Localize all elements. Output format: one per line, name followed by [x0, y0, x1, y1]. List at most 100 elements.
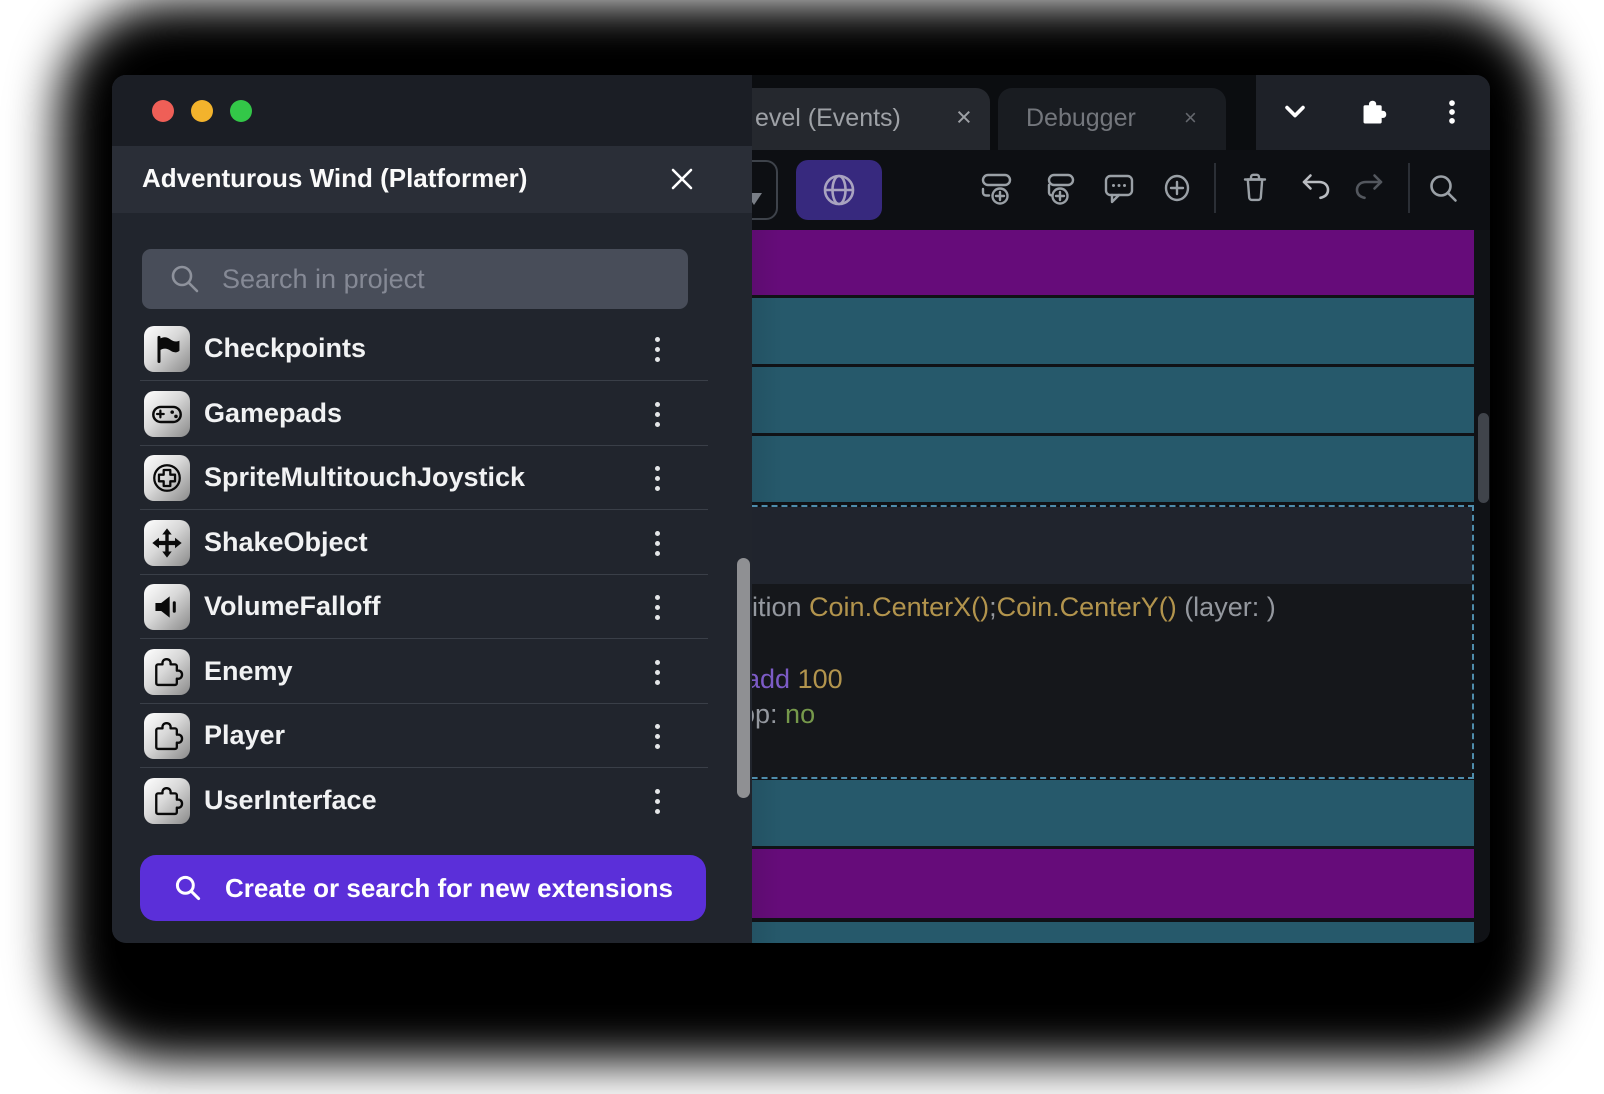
code-segment: add — [745, 664, 798, 694]
kebab-menu-icon[interactable] — [645, 587, 669, 627]
event-block-teal[interactable] — [672, 436, 1474, 502]
tab-label: evel (Events) — [755, 104, 901, 133]
flag-icon — [144, 326, 190, 372]
tab-label: Debugger — [1026, 104, 1136, 133]
kebab-menu-icon[interactable] — [645, 458, 669, 498]
add-circle-button[interactable] — [1157, 168, 1197, 208]
traffic-light-zoom-icon[interactable] — [230, 100, 252, 122]
extensions-modal: Adventurous Wind (Platformer) Checkpoint… — [112, 75, 752, 943]
extensions-puzzle-icon — [1358, 97, 1388, 127]
extension-list-item-gamepads[interactable]: Gamepads — [112, 382, 752, 446]
event-block-teal[interactable] — [672, 367, 1474, 433]
kebab-menu-icon[interactable] — [645, 716, 669, 756]
gdevelop-window: evel (Events) × Debugger × ition Coin.Ce… — [112, 75, 1490, 943]
code-segment: ition — [752, 592, 809, 622]
add-subevent-icon — [1040, 168, 1080, 208]
list-divider — [140, 380, 708, 381]
chevron-down-icon — [1279, 96, 1311, 128]
toolbar-divider — [1214, 163, 1216, 213]
kebab-menu-button[interactable] — [1436, 96, 1468, 128]
extension-label: Gamepads — [204, 398, 342, 429]
code-segment: Coin.CenterY() — [997, 592, 1177, 622]
add-comment-icon — [1099, 168, 1139, 208]
undo-button[interactable] — [1295, 168, 1335, 208]
puzzle-icon — [144, 713, 190, 759]
kebab-menu-icon — [1436, 96, 1468, 128]
event-sheet-scrollbar[interactable] — [1478, 413, 1489, 503]
selected-event-actions[interactable]: ition Coin.CenterX();Coin.CenterY() (lay… — [674, 584, 1472, 777]
move-arrows-icon — [144, 520, 190, 566]
extension-label: Checkpoints — [204, 333, 366, 364]
extension-label: VolumeFalloff — [204, 591, 381, 622]
code-segment: 100 — [798, 664, 843, 694]
modal-scrollbar[interactable] — [737, 558, 750, 798]
extension-list-item-player[interactable]: Player — [112, 704, 752, 768]
search-button[interactable] — [1423, 168, 1463, 208]
extension-list-item-shakeobject[interactable]: ShakeObject — [112, 511, 752, 575]
event-code-line: add 100 — [745, 663, 843, 695]
extension-list-item-checkpoints[interactable]: Checkpoints — [112, 317, 752, 381]
code-segment: no — [785, 699, 815, 729]
macos-titlebar — [112, 75, 752, 146]
scene-globe-button[interactable] — [796, 160, 882, 220]
chevron-down-button[interactable] — [1279, 96, 1311, 128]
kebab-menu-icon[interactable] — [645, 781, 669, 821]
search-icon — [173, 873, 203, 903]
puzzle-icon — [144, 778, 190, 824]
add-subevent-button[interactable] — [1040, 168, 1080, 208]
code-segment: Coin.CenterX() — [809, 592, 989, 622]
toolbar-divider — [1408, 163, 1410, 213]
close-modal-icon[interactable] — [666, 163, 698, 195]
extension-list-item-userinterface[interactable]: UserInterface — [112, 769, 752, 833]
event-block-teal[interactable] — [672, 298, 1474, 364]
tab-level-events[interactable]: evel (Events) × — [712, 88, 990, 150]
search-box — [142, 249, 688, 309]
create-extension-button[interactable]: Create or search for new extensions — [140, 855, 706, 921]
close-tab-icon[interactable]: × — [956, 102, 972, 133]
event-block-selected[interactable]: ition Coin.CenterX();Coin.CenterY() (lay… — [672, 505, 1474, 779]
event-block-purple[interactable] — [672, 230, 1474, 295]
search-input[interactable] — [142, 249, 688, 309]
redo-icon — [1350, 168, 1390, 208]
puzzle-icon — [144, 649, 190, 695]
event-block-teal[interactable] — [672, 922, 1474, 943]
extension-list-item-enemy[interactable]: Enemy — [112, 640, 752, 704]
event-block-teal[interactable] — [672, 780, 1474, 846]
extension-label: Enemy — [204, 656, 293, 687]
event-code-line: ition Coin.CenterX();Coin.CenterY() (lay… — [752, 591, 1276, 623]
selected-event-conditions[interactable] — [674, 507, 1472, 584]
undo-icon — [1295, 168, 1335, 208]
tab-debugger[interactable]: Debugger × — [998, 88, 1226, 150]
kebab-menu-icon[interactable] — [645, 523, 669, 563]
add-circle-icon — [1157, 168, 1197, 208]
create-extension-label: Create or search for new extensions — [225, 873, 673, 904]
add-event-button[interactable] — [977, 168, 1017, 208]
redo-button[interactable] — [1350, 168, 1390, 208]
kebab-menu-icon[interactable] — [645, 329, 669, 369]
joystick-icon — [144, 455, 190, 501]
close-tab-icon[interactable]: × — [1184, 105, 1197, 131]
extension-list-item-volumefalloff[interactable]: VolumeFalloff — [112, 575, 752, 639]
extension-list-item-spritemultitouchjoystick[interactable]: SpriteMultitouchJoystick — [112, 446, 752, 510]
add-comment-button[interactable] — [1099, 168, 1139, 208]
tab-controls — [1256, 75, 1490, 150]
speaker-icon — [144, 584, 190, 630]
list-divider — [140, 509, 708, 510]
kebab-menu-icon[interactable] — [645, 394, 669, 434]
gamepad-icon — [144, 391, 190, 437]
search-icon — [1423, 168, 1463, 208]
extension-label: ShakeObject — [204, 527, 368, 558]
trash-button[interactable] — [1235, 168, 1275, 208]
kebab-menu-icon[interactable] — [645, 652, 669, 692]
traffic-light-close-icon[interactable] — [152, 100, 174, 122]
add-event-icon — [977, 168, 1017, 208]
list-divider — [140, 767, 708, 768]
extension-label: Player — [204, 720, 285, 751]
globe-icon — [818, 169, 860, 211]
trash-icon — [1235, 168, 1275, 208]
extension-label: UserInterface — [204, 785, 377, 816]
extensions-puzzle-button[interactable] — [1357, 96, 1389, 128]
event-block-purple[interactable] — [672, 849, 1474, 918]
traffic-light-minimize-icon[interactable] — [191, 100, 213, 122]
extension-label: SpriteMultitouchJoystick — [204, 462, 525, 493]
